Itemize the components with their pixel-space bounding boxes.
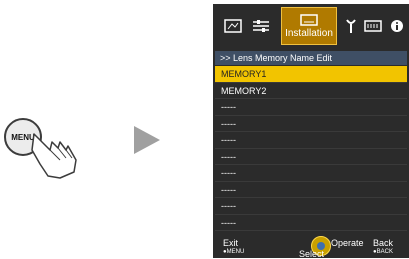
exit-key-hint: ●MENU — [223, 249, 245, 255]
installation-icon — [300, 13, 318, 26]
exit-label: Exit — [223, 238, 239, 248]
info-icon[interactable] — [387, 14, 407, 38]
list-item[interactable]: ----- — [215, 214, 407, 231]
memory-name-list: MEMORY1 MEMORY2 ----- ----- ----- ----- … — [215, 66, 407, 231]
tab-bar: Installation — [213, 4, 409, 50]
list-item-memory2[interactable]: MEMORY2 — [215, 82, 407, 99]
osd-menu: Installation >> Lens Memory Name Edit ME… — [213, 4, 409, 259]
arrow-right-icon — [134, 126, 160, 154]
list-item[interactable]: ----- — [215, 148, 407, 165]
list-item[interactable]: ----- — [215, 115, 407, 132]
tool-icon[interactable] — [341, 14, 361, 38]
breadcrumb: >> Lens Memory Name Edit — [215, 51, 407, 65]
remote-illustration: MENU — [4, 100, 104, 180]
operate-label: Operate — [331, 238, 364, 248]
list-item[interactable]: ----- — [215, 181, 407, 198]
back-key-hint: ●BACK — [373, 249, 393, 255]
picture-icon[interactable] — [223, 14, 243, 38]
display-icon[interactable] — [363, 14, 383, 38]
scrollbar[interactable] — [401, 66, 407, 81]
list-item-memory1[interactable]: MEMORY1 — [215, 66, 407, 83]
list-item[interactable]: ----- — [215, 198, 407, 215]
footer-help: Exit ●MENU Select Operate Back ●BACK — [213, 236, 409, 259]
tab-installation-label: Installation — [285, 27, 333, 39]
list-item[interactable]: ----- — [215, 99, 407, 116]
tab-installation[interactable]: Installation — [281, 7, 337, 45]
list-item[interactable]: ----- — [215, 165, 407, 182]
list-item[interactable]: ----- — [215, 132, 407, 149]
back-label: Back — [373, 238, 394, 248]
hand-icon — [31, 133, 77, 179]
adjust-icon[interactable] — [251, 14, 271, 38]
